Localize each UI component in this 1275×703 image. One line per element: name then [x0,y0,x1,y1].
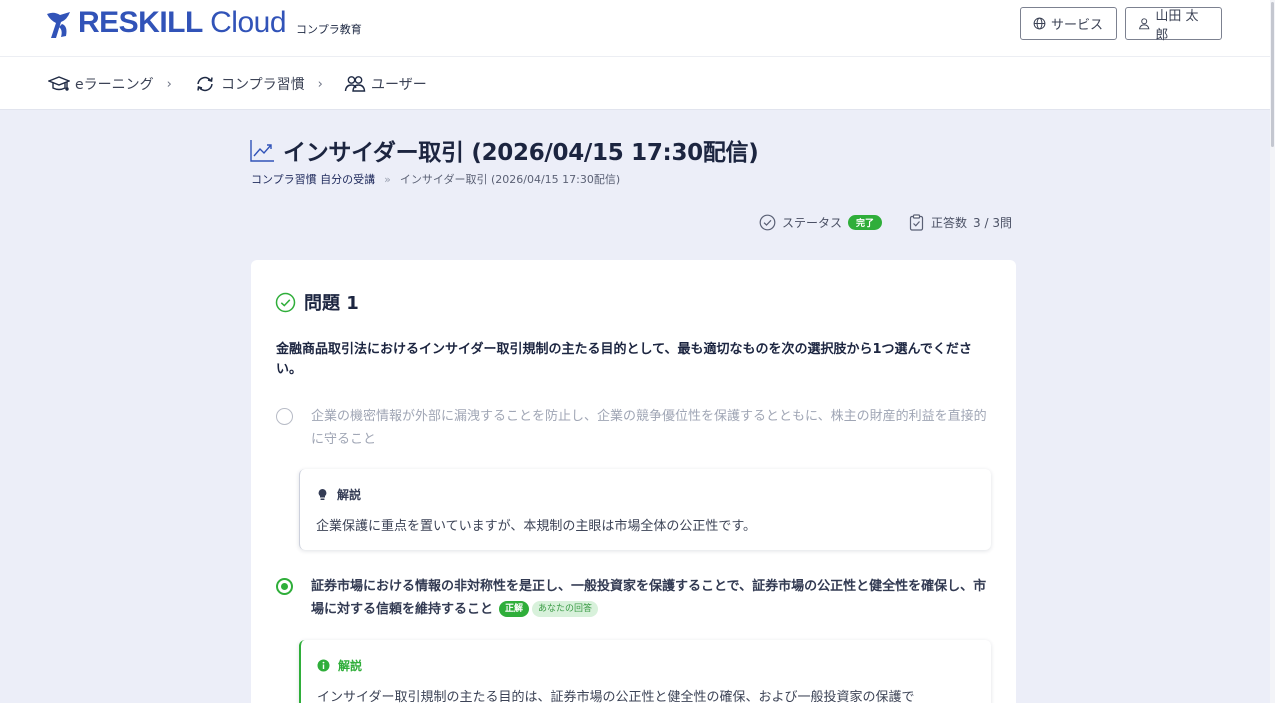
breadcrumb-current: インサイダー取引 (2026/04/15 17:30配信) [399,173,621,186]
scrollbar-thumb[interactable] [1271,2,1274,147]
user-icon [1139,18,1150,30]
radio-button[interactable] [276,408,293,425]
check-circle-icon [759,214,776,231]
option-text: 企業の機密情報が外部に漏洩することを防止し、企業の競争優位性を保護するとともに、… [311,409,987,447]
logo-text: RESKILL Cloud [78,6,287,40]
status-label: ステータス [782,216,843,230]
logo-subtitle: コンプラ教育 [296,23,362,36]
users-icon [344,76,366,92]
option-text: 証券市場における情報の非対称性を是正し、一般投資家を保護することで、証券市場の公… [311,575,991,621]
service-button[interactable]: サービス [1020,7,1117,40]
main-nav: eラーニング › コンプラ習慣 › ユーザー [0,57,1270,110]
explanation-text: インサイダー取引規制の主たる目的は、証券市場の公正性と健全性の確保、および一般投… [317,690,915,703]
answer-option-selected[interactable]: 証券市場における情報の非対称性を是正し、一般投資家を保護することで、証券市場の公… [276,575,991,621]
correct-badge: 正解 [499,601,530,617]
explanation-header: 解説 [317,657,362,674]
app-header: RESKILL Cloud コンプラ教育 サービス 山田 太郎 [0,0,1270,57]
explanation-panel: 解説 企業保護に重点を置いていますが、本規制の主眼は市場全体の公正性です。 [299,469,991,550]
page-title-row: インサイダー取引 (2026/04/15 17:30配信) [250,133,759,167]
logo-text-light: Cloud [210,6,287,39]
question-card: 問題 1 金融商品取引法におけるインサイダー取引規制の主たる目的として、最も適切… [251,260,1016,703]
status-row: ステータス 完了 正答数 3 / 3問 [759,214,1012,231]
breadcrumb-separator: » [384,172,391,186]
nav-item-elearning[interactable]: eラーニング › [48,74,172,94]
check-circle-icon [275,292,296,312]
chevron-right-icon: › [166,76,172,92]
question-title: 問題 1 [304,293,359,314]
user-name: 山田 太郎 [1155,8,1199,43]
breadcrumb-link[interactable]: コンプラ習慣 自分の受講 [251,171,375,187]
nav-label-compliance-habit: コンプラ習慣 [221,77,305,93]
user-menu-button[interactable]: 山田 太郎 [1125,7,1222,43]
explanation-title: 解説 [337,488,362,502]
question-header: 問題 1 [275,289,359,315]
nav-label-elearning: eラーニング [75,77,154,93]
radio-button-selected[interactable] [276,578,293,595]
score-label: 正答数 [931,216,968,230]
page-scrollbar[interactable] [1270,0,1275,703]
score-value: 3 / 3問 [973,216,1012,230]
option-text-body: 証券市場における情報の非対称性を是正し、一般投資家を保護することで、証券市場の公… [311,579,987,617]
graduation-cap-icon [48,76,70,91]
lightbulb-icon [318,489,327,500]
nav-item-compliance-habit[interactable]: コンプラ習慣 › [194,74,323,94]
explanation-title: 解説 [338,659,363,673]
logo-mark-icon [47,12,70,38]
clipboard-check-icon [909,214,924,231]
status-badge: 完了 [848,215,883,230]
page-title: インサイダー取引 (2026/04/15 17:30配信) [283,140,759,166]
breadcrumb: コンプラ習慣 自分の受講 » インサイダー取引 (2026/04/15 17:3… [251,171,620,187]
your-answer-badge: あなたの回答 [532,601,599,617]
trending-chart-icon [250,139,274,162]
chevron-right-icon: › [317,76,323,92]
logo-text-bold: RESKILL [78,6,203,39]
info-icon [317,659,330,672]
globe-icon [1033,17,1046,30]
logo[interactable]: RESKILL Cloud コンプラ教育 [44,6,362,40]
explanation-panel-correct: 解説 インサイダー取引規制の主たる目的は、証券市場の公正性と健全性の確保、および… [299,640,991,703]
refresh-cycle-icon [197,76,213,92]
nav-item-users[interactable]: ユーザー [344,74,427,94]
service-label: サービス [1051,18,1104,33]
answer-option[interactable]: 企業の機密情報が外部に漏洩することを防止し、企業の競争優位性を保護するとともに、… [276,405,991,451]
explanation-header: 解説 [316,486,361,503]
nav-label-users: ユーザー [371,77,427,93]
question-text: 金融商品取引法におけるインサイダー取引規制の主たる目的として、最も適切なものを次… [276,342,972,377]
explanation-text: 企業保護に重点を置いていますが、本規制の主眼は市場全体の公正性です。 [316,519,757,534]
